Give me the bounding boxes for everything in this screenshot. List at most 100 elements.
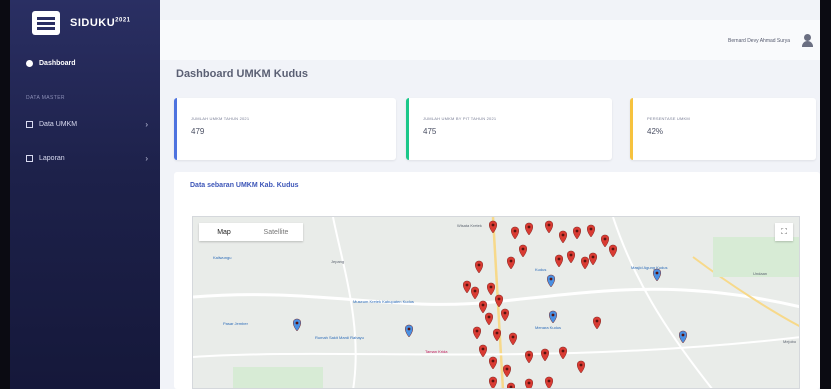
umkm-marker-dot — [481, 347, 485, 351]
umkm-marker[interactable] — [601, 234, 609, 248]
umkm-marker[interactable] — [593, 316, 601, 330]
sidebar-item-label: Dashboard — [39, 59, 76, 67]
umkm-marker[interactable] — [555, 254, 563, 268]
umkm-marker-dot — [583, 259, 587, 263]
poi-marker-dot — [407, 327, 411, 331]
umkm-marker[interactable] — [559, 230, 567, 244]
poi-marker-dot — [549, 277, 553, 281]
umkm-marker[interactable] — [509, 332, 517, 346]
umkm-marker-dot — [547, 379, 551, 383]
umkm-marker-dot — [579, 363, 583, 367]
umkm-marker-dot — [509, 259, 513, 263]
poi-marker[interactable] — [547, 274, 555, 288]
umkm-marker[interactable] — [489, 356, 497, 370]
umkm-marker[interactable] — [589, 252, 597, 266]
umkm-marker-dot — [491, 359, 495, 363]
umkm-marker-dot — [543, 351, 547, 355]
umkm-marker-dot — [603, 237, 607, 241]
stat-label: JUMLAH UMKM BY PIT TAHUN 2021 — [423, 116, 497, 121]
umkm-marker-dot — [557, 257, 561, 261]
umkm-marker[interactable] — [545, 220, 553, 234]
umkm-marker-dot — [589, 227, 593, 231]
poi-marker[interactable] — [653, 268, 661, 282]
user-avatar-icon[interactable] — [801, 34, 814, 47]
umkm-marker-dot — [561, 349, 565, 353]
poi-marker[interactable] — [293, 318, 301, 332]
sidebar-item-laporan[interactable]: Laporan › — [10, 148, 160, 168]
umkm-marker-dot — [527, 353, 531, 357]
umkm-marker-dot — [561, 233, 565, 237]
umkm-marker[interactable] — [545, 376, 553, 389]
poi-marker-dot — [551, 313, 555, 317]
umkm-marker-dot — [503, 311, 507, 315]
umkm-marker[interactable] — [511, 226, 519, 240]
umkm-marker[interactable] — [519, 244, 527, 258]
umkm-marker[interactable] — [463, 280, 471, 294]
umkm-marker-dot — [511, 335, 515, 339]
umkm-marker[interactable] — [493, 328, 501, 342]
app-name: SIDUKU2021 — [70, 17, 131, 29]
umkm-marker-dot — [575, 229, 579, 233]
umkm-marker[interactable] — [495, 294, 503, 308]
user-name[interactable]: Bernard Devy Ahmad Surya — [728, 38, 790, 44]
stat-card-pit: JUMLAH UMKM BY PIT TAHUN 2021 475 — [406, 98, 612, 160]
umkm-marker[interactable] — [525, 222, 533, 236]
poi-marker[interactable] — [405, 324, 413, 338]
umkm-marker[interactable] — [573, 226, 581, 240]
umkm-marker[interactable] — [581, 256, 589, 270]
umkm-marker-dot — [527, 381, 531, 385]
umkm-marker[interactable] — [559, 346, 567, 360]
umkm-marker[interactable] — [473, 326, 481, 340]
umkm-marker-dot — [527, 225, 531, 229]
chevron-right-icon: › — [145, 119, 148, 129]
umkm-marker[interactable] — [479, 344, 487, 358]
report-icon — [26, 154, 33, 162]
umkm-marker[interactable] — [487, 282, 495, 296]
umkm-map[interactable]: Map Satellite ⛶ Kaliwungu Jepang Wisata Kr… — [192, 216, 800, 389]
umkm-marker-dot — [547, 223, 551, 227]
sidebar-item-data-umkm[interactable]: Data UMKM › — [10, 114, 160, 134]
umkm-marker[interactable] — [503, 364, 511, 378]
umkm-marker-dot — [475, 329, 479, 333]
umkm-marker-dot — [491, 223, 495, 227]
umkm-marker[interactable] — [489, 220, 497, 234]
umkm-marker[interactable] — [609, 244, 617, 258]
poi-marker[interactable] — [549, 310, 557, 324]
umkm-marker-dot — [509, 385, 513, 388]
poi-marker[interactable] — [679, 330, 687, 344]
sidebar-item-dashboard[interactable]: Dashboard — [10, 52, 160, 74]
dashboard-icon — [26, 59, 33, 67]
umkm-marker[interactable] — [577, 360, 585, 374]
umkm-marker-dot — [521, 247, 525, 251]
poi-marker-dot — [681, 333, 685, 337]
stat-value: 42% — [647, 127, 664, 136]
umkm-marker[interactable] — [567, 250, 575, 264]
umkm-marker-dot — [513, 229, 517, 233]
umkm-marker[interactable] — [541, 348, 549, 362]
table-icon — [26, 120, 33, 128]
umkm-marker[interactable] — [501, 308, 509, 322]
umkm-marker-dot — [473, 289, 477, 293]
umkm-marker[interactable] — [479, 300, 487, 314]
umkm-marker[interactable] — [489, 376, 497, 389]
sidebar: SIDUKU2021 Dashboard DATA MASTER Data UM… — [10, 0, 160, 389]
umkm-marker-dot — [495, 331, 499, 335]
brand[interactable]: SIDUKU2021 — [32, 8, 131, 38]
chevron-right-icon: › — [145, 153, 148, 163]
umkm-marker[interactable] — [587, 224, 595, 238]
poi-marker-dot — [655, 271, 659, 275]
umkm-marker-dot — [477, 263, 481, 267]
umkm-marker[interactable] — [475, 260, 483, 274]
sidebar-item-label: Laporan — [39, 154, 65, 162]
umkm-marker[interactable] — [471, 286, 479, 300]
umkm-marker-dot — [465, 283, 469, 287]
stat-value: 475 — [423, 127, 437, 136]
stat-card-total: JUMLAH UMKM TAHUN 2021 479 — [174, 98, 396, 160]
stat-value: 479 — [191, 127, 205, 136]
page-title: Dashboard UMKM Kudus — [176, 68, 308, 80]
umkm-marker-dot — [505, 367, 509, 371]
umkm-marker[interactable] — [485, 312, 493, 326]
umkm-marker[interactable] — [525, 350, 533, 364]
umkm-marker[interactable] — [507, 256, 515, 270]
topbar: Bernard Devy Ahmad Surya — [160, 20, 820, 60]
